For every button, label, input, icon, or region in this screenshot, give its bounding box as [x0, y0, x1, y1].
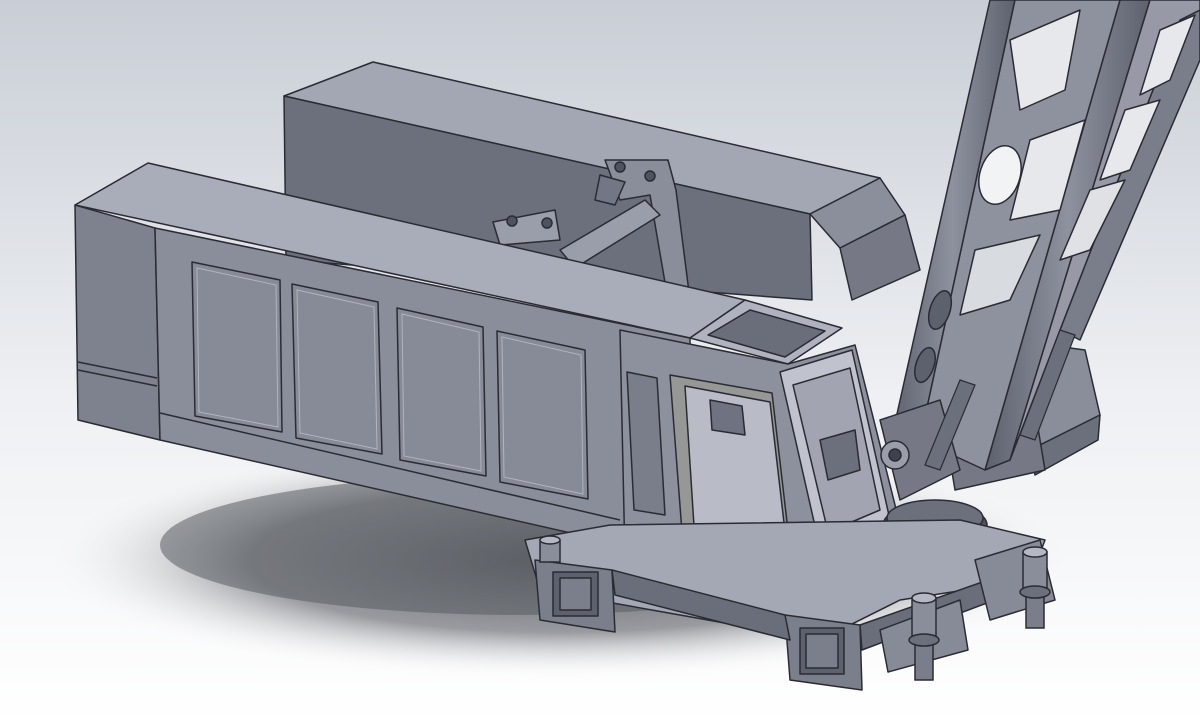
door-panel [291, 283, 383, 455]
crane-model-render [0, 0, 1200, 722]
door-panel [396, 307, 487, 477]
door-panel [191, 261, 283, 433]
cylinder [539, 535, 561, 563]
cad-viewport [0, 0, 1200, 722]
door-panel [496, 330, 589, 500]
